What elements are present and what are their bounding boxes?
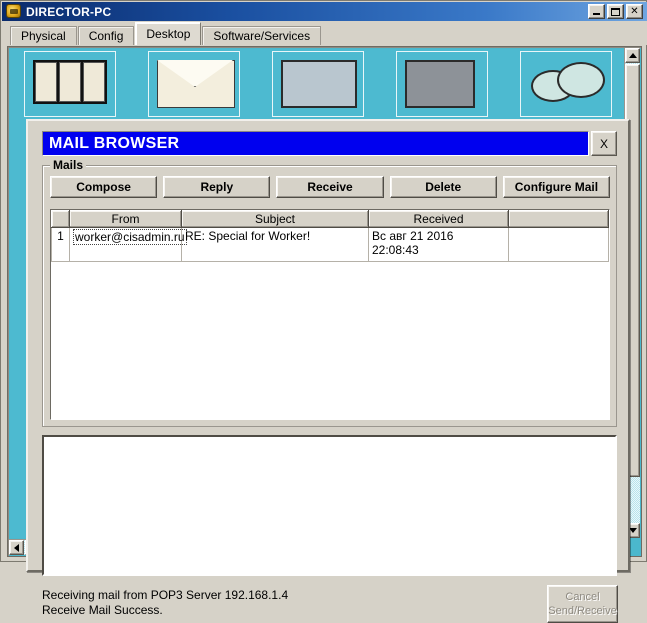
- mail-list-table: From Subject Received 1 worker@cisadmin.…: [51, 210, 609, 262]
- mail-status-text: Receiving mail from POP3 Server 192.168.…: [42, 588, 542, 618]
- desktop-icon-web-browser[interactable]: [520, 51, 612, 117]
- mail-browser-titlebar: MAIL BROWSER X: [42, 131, 617, 156]
- tab-config[interactable]: Config: [77, 26, 135, 45]
- tab-software-services-label: Software/Services: [213, 29, 311, 43]
- table-row[interactable]: 1 worker@cisadmin.ru RE: Special for Wor…: [51, 227, 609, 262]
- device-tabstrip: Physical Config Desktop Software/Service…: [2, 21, 647, 45]
- packet-tracer-icon: [6, 4, 22, 19]
- column-header-received[interactable]: Received: [368, 210, 509, 228]
- mail-browser-close-button[interactable]: X: [591, 131, 617, 156]
- delete-button[interactable]: Delete: [389, 176, 497, 198]
- cancel-send-receive-button[interactable]: Cancel Send/Receive: [547, 585, 618, 623]
- status-line-2: Receive Mail Success.: [42, 603, 163, 617]
- mail-toolbar: Compose Reply Receive Delete Configure M…: [50, 176, 611, 198]
- tab-desktop-label: Desktop: [146, 27, 191, 41]
- cancel-send-receive-line-1: Cancel: [565, 591, 600, 603]
- window-title: DIRECTOR-PC: [26, 4, 112, 19]
- row-index: 1: [51, 227, 70, 262]
- cell-received[interactable]: Вс авг 21 2016 22:08:43: [368, 227, 509, 262]
- cell-received-date: Вс авг 21 2016: [372, 229, 454, 243]
- table-header-row: From Subject Received: [51, 210, 609, 228]
- cell-from[interactable]: worker@cisadmin.ru: [69, 227, 187, 262]
- cell-filler: [508, 227, 609, 262]
- tab-desktop[interactable]: Desktop: [135, 22, 202, 45]
- column-header-filler: [508, 210, 609, 228]
- desktop-icon-mail-browser[interactable]: [148, 51, 240, 117]
- delete-button-label: Delete: [425, 180, 462, 194]
- receive-button-label: Receive: [307, 180, 353, 194]
- mail-browser-title: MAIL BROWSER: [42, 131, 589, 156]
- desktop-icon-terminal[interactable]: [272, 51, 364, 117]
- mail-browser-close-label: X: [599, 136, 608, 151]
- cancel-send-receive-line-2: Send/Receive: [548, 605, 617, 617]
- reply-button-label: Reply: [200, 180, 234, 194]
- tab-config-label: Config: [88, 29, 124, 43]
- configure-mail-button-label: Configure Mail: [514, 180, 599, 194]
- desktop-workspace: MAIL BROWSER X Mails Compose Reply Recei…: [7, 46, 642, 623]
- cell-from-value: worker@cisadmin.ru: [73, 229, 187, 245]
- status-line-1: Receiving mail from POP3 Server 192.168.…: [42, 588, 289, 602]
- compose-button[interactable]: Compose: [50, 176, 158, 198]
- compose-button-label: Compose: [76, 180, 131, 194]
- mails-group-legend: Mails: [50, 158, 87, 172]
- minimize-button[interactable]: [588, 4, 605, 19]
- scroll-up-arrow-icon[interactable]: [625, 48, 640, 63]
- column-header-subject[interactable]: Subject: [181, 210, 369, 228]
- configure-mail-button[interactable]: Configure Mail: [502, 176, 611, 198]
- receive-button[interactable]: Receive: [276, 176, 384, 198]
- column-header-from[interactable]: From: [69, 210, 182, 228]
- scroll-left-arrow-icon[interactable]: [9, 540, 24, 555]
- desktop-icon-command-prompt[interactable]: [396, 51, 488, 117]
- cell-subject[interactable]: RE: Special for Worker!: [181, 227, 369, 262]
- window-titlebar: DIRECTOR-PC ✕: [2, 2, 647, 21]
- close-button[interactable]: ✕: [626, 4, 643, 19]
- column-header-index[interactable]: [51, 210, 70, 228]
- reply-button[interactable]: Reply: [163, 176, 271, 198]
- mail-browser-dialog: MAIL BROWSER X Mails Compose Reply Recei…: [26, 119, 630, 623]
- desktop-icon-ip-configuration[interactable]: [24, 51, 116, 117]
- window-button-group: ✕: [588, 4, 643, 19]
- cell-received-time: 22:08:43: [372, 243, 419, 257]
- maximize-button[interactable]: [607, 4, 624, 19]
- tab-software-services[interactable]: Software/Services: [202, 26, 322, 45]
- tab-physical-label: Physical: [21, 29, 66, 43]
- mail-browser-title-label: MAIL BROWSER: [49, 134, 180, 152]
- tab-physical[interactable]: Physical: [10, 26, 77, 45]
- mail-message-body-panel[interactable]: [42, 435, 617, 576]
- mail-list-table-container[interactable]: From Subject Received 1 worker@cisadmin.…: [50, 209, 610, 420]
- packet-tracer-device-window: DIRECTOR-PC ✕ Physical Config Desktop So…: [0, 0, 647, 623]
